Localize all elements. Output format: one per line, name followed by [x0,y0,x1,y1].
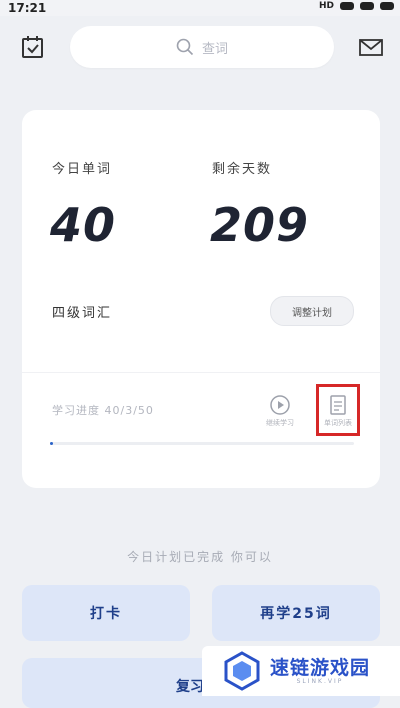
battery-icon [380,2,394,10]
status-time: 17:21 [8,1,47,15]
search-input[interactable]: 查词 [70,26,334,68]
today-words-label: 今日单词 [52,162,113,177]
plan-done-text: 今日计划已完成 你可以 [127,550,273,564]
watermark-subtitle: SLINK.VIP [296,677,344,685]
plan-card: 今日单词 40 剩余天数 209 四级词汇 调整计划 学习进度 40/3/50 … [22,110,380,488]
learn-more-button[interactable]: 再学25词 [212,585,380,641]
status-bar: 17:21 HD [0,0,400,16]
continue-learning-button[interactable]: 继续学习 [254,394,306,428]
adjust-plan-button[interactable]: 调整计划 [270,296,354,326]
watermark-title: 速链游戏园 [270,656,371,679]
today-words-value: 40 [50,198,117,252]
top-bar: 查词 [0,22,400,72]
remaining-days-label: 剩余天数 [212,162,273,177]
divider [22,372,380,373]
progress-bar [50,442,354,445]
continue-learning-label: 继续学习 [266,419,294,427]
signal-icon [340,2,354,10]
watermark: 速链游戏园 SLINK.VIP [202,646,400,696]
plan-name: 四级词汇 [52,306,113,321]
remaining-days-value: 209 [210,198,310,252]
mail-icon[interactable] [358,34,384,60]
logo-icon [224,651,260,691]
status-icons: HD [319,1,394,11]
review-label: 复习 [176,679,204,695]
highlight-box [316,384,360,436]
search-placeholder: 查词 [201,41,228,57]
wifi-icon [360,2,374,10]
network-indicator: HD [318,1,334,11]
progress-text: 学习进度 40/3/50 [52,404,154,417]
progress-fill [50,442,54,445]
search-icon [176,38,194,56]
calendar-check-icon[interactable] [20,34,46,60]
check-in-button[interactable]: 打卡 [22,585,190,641]
play-icon [270,395,290,415]
